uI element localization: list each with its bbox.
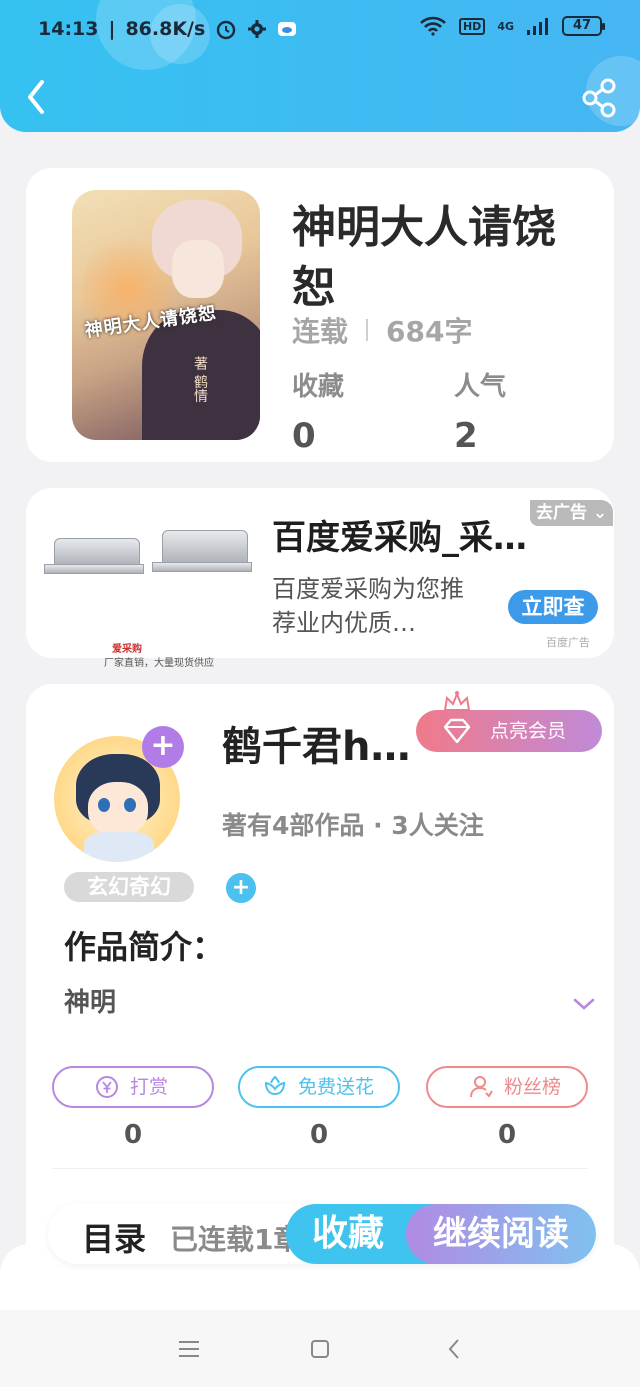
chevron-down-icon[interactable] (572, 996, 596, 1012)
word-count: 684字 (386, 315, 473, 348)
cover-author-text: 著 鹤情 (192, 356, 208, 403)
send-flower-label: 免费送花 (298, 1076, 375, 1098)
popularity-label: 人气 (454, 372, 507, 402)
popularity-value: 2 (454, 416, 478, 456)
ad-product (54, 538, 140, 566)
chapter-count[interactable]: 已连载1章 (170, 1218, 301, 1258)
gear-icon (248, 20, 267, 38)
book-info-card: 神明大人请饶恕 著 鹤情 神明大人请饶恕 连载 684字 收藏 人气 0 2 (26, 168, 614, 462)
back-nav-icon[interactable] (440, 1334, 470, 1364)
cloud-icon (278, 22, 297, 36)
system-nav-bar (0, 1310, 640, 1387)
favorites-value: 0 (292, 416, 316, 456)
ad-close-button[interactable]: 去广告 ⌄ (530, 500, 614, 526)
fan-count: 0 (497, 1120, 517, 1150)
signal-icon (527, 18, 548, 35)
reward-label: 打赏 (130, 1076, 169, 1098)
ad-cta-button[interactable]: 立即查 (508, 590, 598, 624)
ad-image: 爱采购 厂家直销，大量现货供应 (44, 524, 254, 669)
home-icon[interactable] (305, 1334, 335, 1364)
status-time: 14:13 (38, 18, 99, 40)
avatar-art (84, 832, 154, 862)
divider (52, 1168, 588, 1169)
avatar-art (88, 782, 148, 836)
network-type: 4G (497, 19, 514, 33)
separator (366, 319, 369, 341)
chevron-down-icon: ⌄ (592, 503, 608, 523)
continue-reading-button[interactable]: 继续阅读 (406, 1204, 596, 1264)
battery-indicator: 47 (562, 16, 605, 36)
ad-description: 百度爱采购为您推荐业内优质… (272, 575, 464, 637)
ad-title[interactable]: 百度爱采购_采… (272, 510, 562, 559)
toc-button[interactable]: 目录 (82, 1214, 146, 1260)
author-meta: 著有4部作品 · 3人关注 (222, 811, 484, 840)
fan-ranking-button[interactable]: 粉丝榜 (426, 1066, 588, 1108)
ad-product (152, 562, 252, 572)
fan-ranking-label: 粉丝榜 (504, 1076, 562, 1098)
yuan-coin-icon (96, 1076, 118, 1098)
wifi-icon (420, 16, 446, 36)
share-button[interactable] (580, 76, 620, 120)
send-flower-button[interactable]: 免费送花 (238, 1066, 400, 1108)
ad-image-slogan: 厂家直销，大量现货供应 (104, 658, 214, 669)
hd-indicator: HD (458, 17, 486, 35)
follow-author-button[interactable]: + (142, 726, 184, 768)
ad-product (162, 530, 248, 564)
flower-count: 0 (309, 1120, 329, 1150)
ad-mark: 百度广告 (546, 636, 590, 649)
app-header: 14:13 | 86.8K/s HD 4G 47 (0, 0, 640, 132)
book-title: 神明大人请饶恕 (292, 202, 556, 313)
intro-title: 作品简介： (64, 928, 225, 966)
bottom-action-bar: 目录 已连载1章 收藏 继续阅读 (48, 1204, 596, 1264)
author-name[interactable]: 鹤千君h… (222, 714, 410, 772)
menu-icon[interactable] (174, 1334, 204, 1364)
reward-button[interactable]: 打赏 (52, 1066, 214, 1108)
crown-icon (443, 691, 471, 711)
serial-status: 连载 (292, 315, 349, 348)
ad-product (44, 564, 144, 574)
status-separator: | (108, 18, 116, 40)
alarm-icon (217, 20, 236, 40)
avatar-art (98, 798, 110, 812)
user-icon (470, 1076, 493, 1098)
serial-status-row: 连载 684字 (292, 310, 472, 350)
favorites-label: 收藏 (292, 372, 345, 402)
genre-tag[interactable]: 玄幻奇幻 (64, 872, 194, 902)
back-button[interactable] (18, 72, 58, 122)
reward-count: 0 (123, 1120, 143, 1150)
book-cover[interactable]: 神明大人请饶恕 著 鹤情 (72, 190, 260, 440)
status-bar: 14:13 | 86.8K/s HD 4G 47 (0, 0, 640, 60)
status-speed: 86.8K/s (125, 18, 206, 40)
diamond-icon (443, 718, 471, 744)
ad-card[interactable]: 爱采购 厂家直销，大量现货供应 百度爱采购_采… 百度爱采购为您推荐业内优质… … (26, 488, 614, 669)
ad-close-label: 去广告 (536, 503, 587, 523)
ad-image-brand: 爱采购 (112, 644, 142, 655)
flower-icon (264, 1075, 286, 1096)
cover-art (172, 240, 224, 298)
add-tag-button[interactable]: + (226, 873, 256, 903)
intro-text: 神明 (64, 988, 117, 1018)
vip-button[interactable]: 点亮会员 (416, 690, 602, 752)
avatar-art (124, 798, 136, 812)
